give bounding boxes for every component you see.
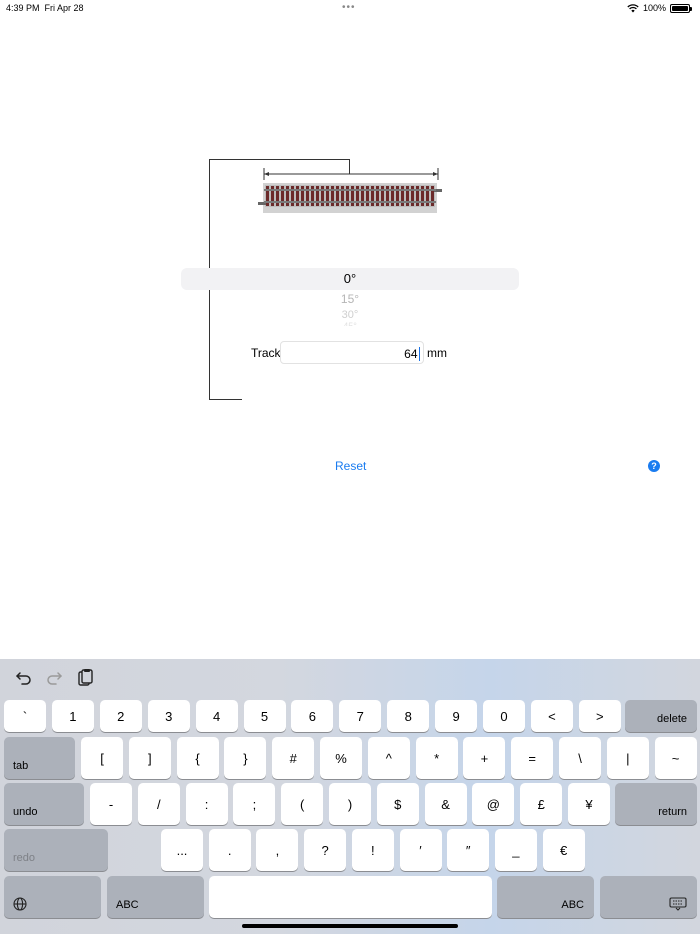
key-row4-8[interactable]: €	[542, 829, 585, 871]
status-right: 100%	[627, 3, 692, 13]
paste-icon[interactable]	[75, 668, 95, 688]
globe-key[interactable]	[4, 876, 101, 918]
redo-icon[interactable]	[44, 668, 64, 688]
straight-track-graphic	[258, 183, 442, 213]
key-row3-5[interactable]: )	[329, 783, 371, 825]
keyboard-dismiss-icon	[669, 897, 687, 911]
globe-icon	[13, 897, 27, 911]
bracket-line	[209, 399, 242, 400]
undo-key[interactable]: undo	[4, 783, 84, 825]
key-row4-5[interactable]: ′	[399, 829, 442, 871]
tab-key[interactable]: tab	[4, 737, 75, 779]
text-caret	[418, 347, 420, 361]
key-row4-0[interactable]: ...	[161, 829, 203, 871]
key-row4-2[interactable]: ,	[256, 829, 299, 871]
key-row3-2[interactable]: :	[185, 783, 228, 825]
key-row2-11[interactable]: |	[606, 737, 649, 779]
onscreen-keyboard: ` 1 2 3 4 5 6 7 8 9 0 < > delete tab[]{} #% ^ * + = \ | ~ undo -…	[0, 659, 700, 934]
keyboard-shortcut-bar	[0, 659, 700, 697]
angle-picker[interactable]: 0° 15° 30° 45°	[181, 268, 519, 328]
dimension-line	[263, 168, 439, 180]
home-indicator[interactable]	[242, 924, 458, 928]
key-row3-3[interactable]: ;	[233, 783, 276, 825]
redo-key[interactable]: redo	[4, 829, 108, 871]
key-row3-9[interactable]: £	[520, 783, 563, 825]
help-icon[interactable]: ?	[648, 460, 660, 472]
reset-button[interactable]: Reset	[335, 459, 366, 473]
abc-key-right[interactable]: ABC	[497, 876, 594, 918]
key-row3-8[interactable]: @	[472, 783, 515, 825]
key-7[interactable]: 7	[339, 700, 382, 732]
key-1[interactable]: 1	[51, 700, 94, 732]
key-row2-0[interactable]: [	[81, 737, 123, 779]
key-12[interactable]: >	[578, 700, 621, 732]
key-row2-1[interactable]: ]	[128, 737, 171, 779]
track-length-value: 64	[404, 347, 418, 361]
key-2[interactable]: 2	[99, 700, 142, 732]
battery-percent: 100%	[642, 3, 666, 13]
key-row3-7[interactable]: &	[424, 783, 467, 825]
status-time: 4:39 PM Fri Apr 28	[6, 3, 84, 13]
key-row2-5[interactable]: %	[320, 737, 362, 779]
key-row3-6[interactable]: $	[376, 783, 419, 825]
track-label: Track	[251, 346, 281, 360]
abc-key-left[interactable]: ABC	[107, 876, 204, 918]
key-5[interactable]: 5	[243, 700, 286, 732]
undo-icon[interactable]	[14, 668, 34, 688]
key-0[interactable]: `	[4, 700, 46, 732]
bracket-line	[209, 159, 350, 160]
dismiss-keyboard-key[interactable]	[600, 876, 697, 918]
key-row4-4[interactable]: !	[351, 829, 394, 871]
key-row2-8[interactable]: +	[463, 737, 506, 779]
key-row3-10[interactable]: ¥	[568, 783, 610, 825]
key-row4-6[interactable]: ″	[447, 829, 490, 871]
multitasking-dots[interactable]: •••	[342, 2, 356, 13]
key-8[interactable]: 8	[387, 700, 430, 732]
wifi-icon	[627, 3, 639, 12]
key-row3-4[interactable]: (	[281, 783, 324, 825]
key-row4-1[interactable]: .	[208, 829, 251, 871]
key-row2-12[interactable]: ~	[654, 737, 697, 779]
key-row3-0[interactable]: -	[90, 783, 132, 825]
key-row2-9[interactable]: =	[511, 737, 554, 779]
picker-option[interactable]: 15°	[181, 292, 519, 306]
key-row2-6[interactable]: ^	[367, 737, 410, 779]
space-key[interactable]	[209, 876, 492, 918]
key-row2-2[interactable]: {	[176, 737, 219, 779]
key-row2-3[interactable]: }	[224, 737, 267, 779]
key-row4-3[interactable]: ?	[304, 829, 347, 871]
battery-icon	[670, 3, 692, 13]
unit-label: mm	[427, 346, 447, 360]
key-row4-7[interactable]: _	[494, 829, 537, 871]
picker-option[interactable]: 45°	[181, 321, 519, 326]
picker-option[interactable]: 0°	[181, 271, 519, 286]
return-key[interactable]: return	[615, 783, 697, 825]
key-6[interactable]: 6	[291, 700, 334, 732]
status-bar: 4:39 PM Fri Apr 28 ••• 100%	[0, 0, 700, 18]
key-4[interactable]: 4	[195, 700, 238, 732]
key-row3-1[interactable]: /	[137, 783, 180, 825]
key-row2-4[interactable]: #	[272, 737, 315, 779]
picker-option[interactable]: 30°	[181, 309, 519, 320]
delete-key[interactable]: delete	[625, 700, 697, 732]
key-9[interactable]: 9	[435, 700, 478, 732]
key-3[interactable]: 3	[147, 700, 190, 732]
key-row2-10[interactable]: \	[559, 737, 601, 779]
track-length-input[interactable]: 64	[280, 341, 424, 364]
key-row2-7[interactable]: *	[415, 737, 458, 779]
key-10[interactable]: 0	[483, 700, 525, 732]
key-11[interactable]: <	[530, 700, 573, 732]
